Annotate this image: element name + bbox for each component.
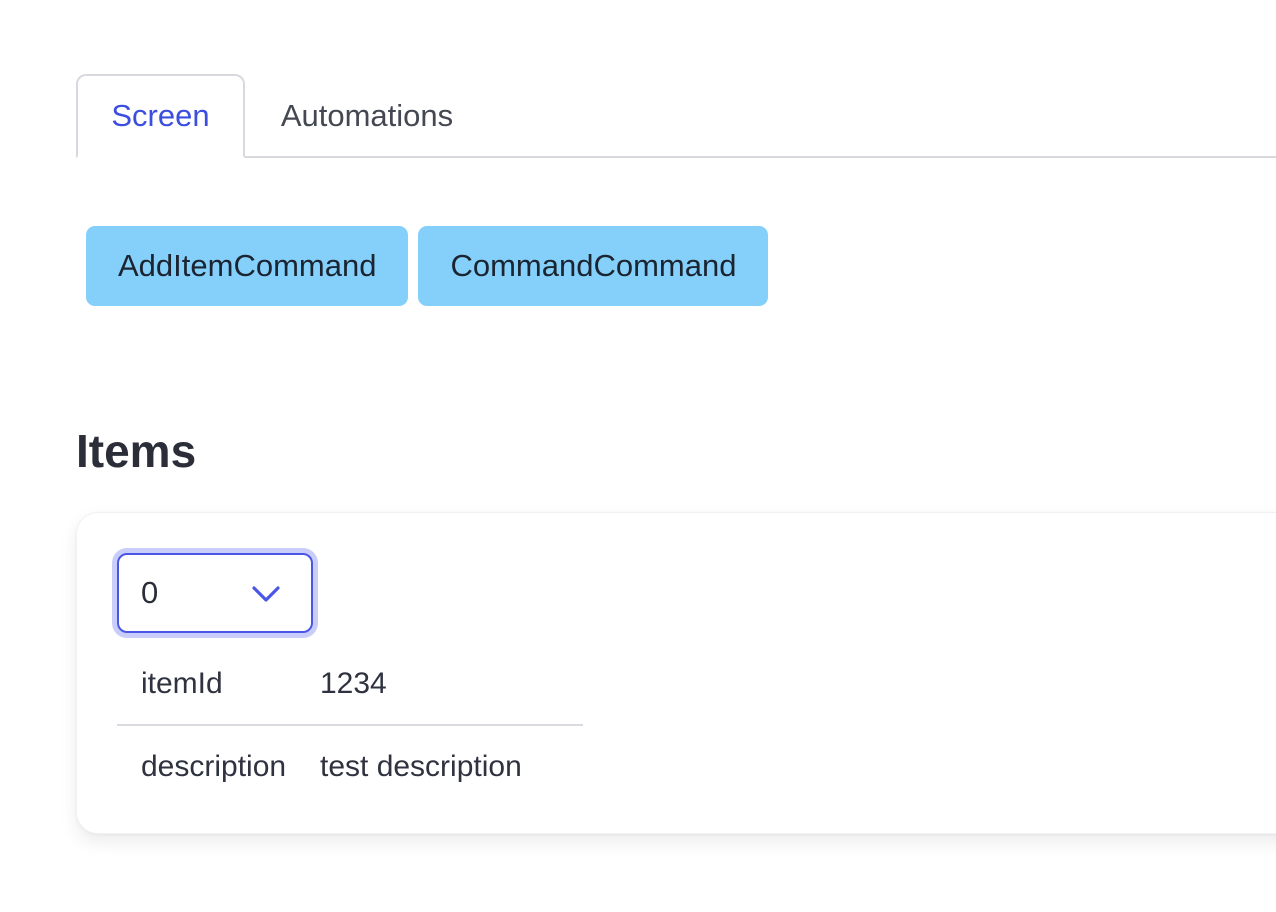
tab-screen[interactable]: Screen: [76, 74, 245, 158]
tab-automations-label: Automations: [280, 98, 454, 133]
items-heading: Items: [76, 425, 197, 477]
command-command-button[interactable]: CommandCommand: [418, 226, 769, 306]
field-key: itemId: [117, 643, 320, 726]
table-row: description test description: [117, 725, 583, 807]
field-value: test description: [320, 749, 522, 783]
field-value: 1234: [320, 643, 583, 726]
field-key: description: [141, 749, 287, 783]
chevron-down-icon: [252, 586, 280, 602]
tab-automations[interactable]: Automations: [245, 74, 489, 158]
tab-screen-label: Screen: [111, 98, 210, 133]
page: Screen Automations AddItemCommand Comman…: [0, 0, 1276, 912]
add-item-command-button[interactable]: AddItemCommand: [86, 226, 409, 306]
tab-bar: Screen Automations: [76, 74, 1276, 158]
command-buttons: AddItemCommand CommandCommand: [86, 226, 769, 306]
item-index-select[interactable]: 0: [117, 553, 313, 633]
table-row: itemId 1234: [117, 643, 583, 726]
items-card: 0 itemId 1234 description test descripti…: [76, 512, 1276, 834]
item-index-value: 0: [141, 575, 159, 610]
item-fields-table: itemId 1234 description test description: [117, 643, 583, 807]
